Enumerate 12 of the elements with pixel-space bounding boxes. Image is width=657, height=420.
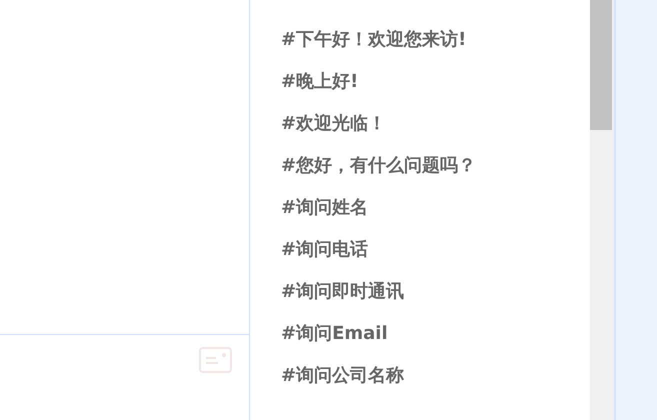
- quick-reply-item[interactable]: #询问即时通讯: [250, 271, 590, 313]
- quick-reply-item[interactable]: #欢迎光临！: [250, 103, 590, 145]
- quick-reply-item[interactable]: #询问公司名称: [250, 355, 590, 397]
- card-icon[interactable]: [199, 347, 232, 373]
- scrollbar-thumb[interactable]: [590, 0, 612, 130]
- quick-reply-item[interactable]: #您好，有什么问题吗？: [250, 145, 590, 187]
- quick-reply-item[interactable]: #询问电话: [250, 229, 590, 271]
- quick-reply-item[interactable]: #询问姓名: [250, 187, 590, 229]
- quick-reply-item[interactable]: #晚上好!: [250, 61, 590, 103]
- quick-reply-item[interactable]: #下午好！欢迎您来访!: [250, 19, 590, 61]
- quick-reply-item[interactable]: #询问Email: [250, 313, 590, 355]
- scrollbar[interactable]: [590, 0, 614, 420]
